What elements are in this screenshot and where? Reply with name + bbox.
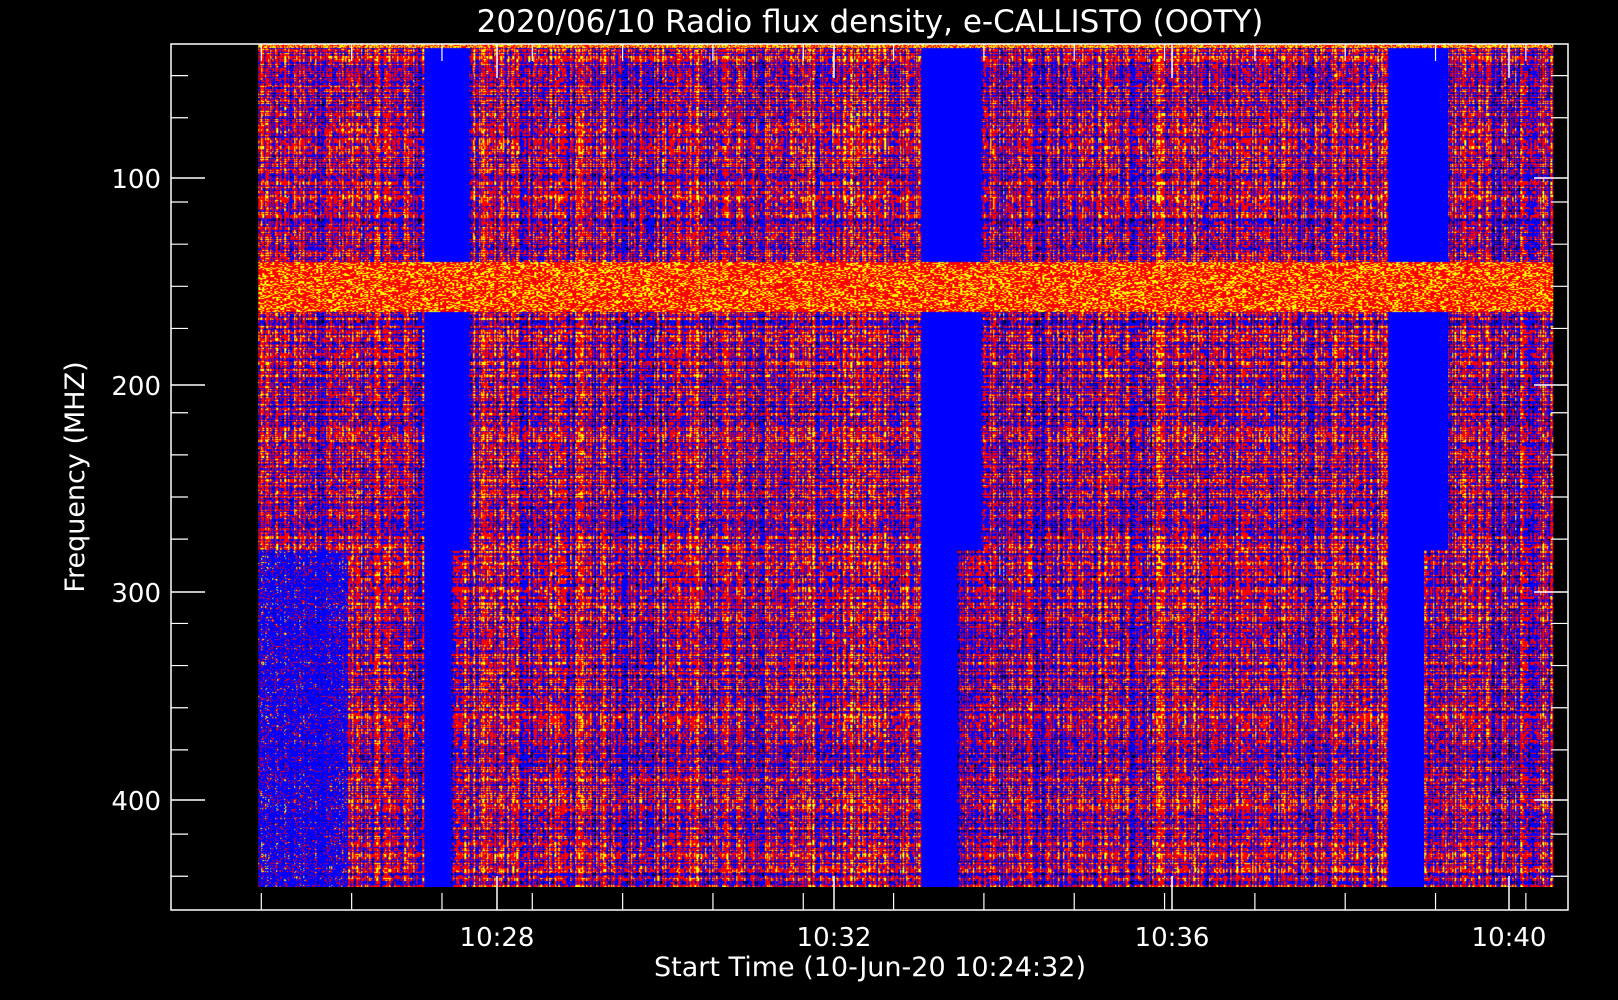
y-tick-label-200: 200: [111, 372, 161, 402]
y-tick-label-400: 400: [111, 787, 161, 817]
x-axis-label: Start Time (10-Jun-20 10:24:32): [654, 952, 1086, 983]
x-tick-label-1036: 10:36: [1135, 923, 1210, 953]
x-tick-label-1032: 10:32: [797, 923, 872, 953]
y-axis-label: Frequency (MHZ): [60, 361, 91, 592]
x-tick-label-1040: 10:40: [1472, 923, 1547, 953]
y-tick-label-100: 100: [111, 165, 161, 195]
y-tick-label-300: 300: [111, 579, 161, 609]
spectrogram-heatmap: [258, 44, 1554, 887]
x-tick-label-1028: 10:28: [460, 923, 535, 953]
chart-title: 2020/06/10 Radio flux density, e-CALLIST…: [477, 4, 1264, 40]
spectrogram-image: [258, 44, 1554, 887]
spectrogram-chart: 2020/06/10 Radio flux density, e-CALLIST…: [0, 0, 1618, 1000]
